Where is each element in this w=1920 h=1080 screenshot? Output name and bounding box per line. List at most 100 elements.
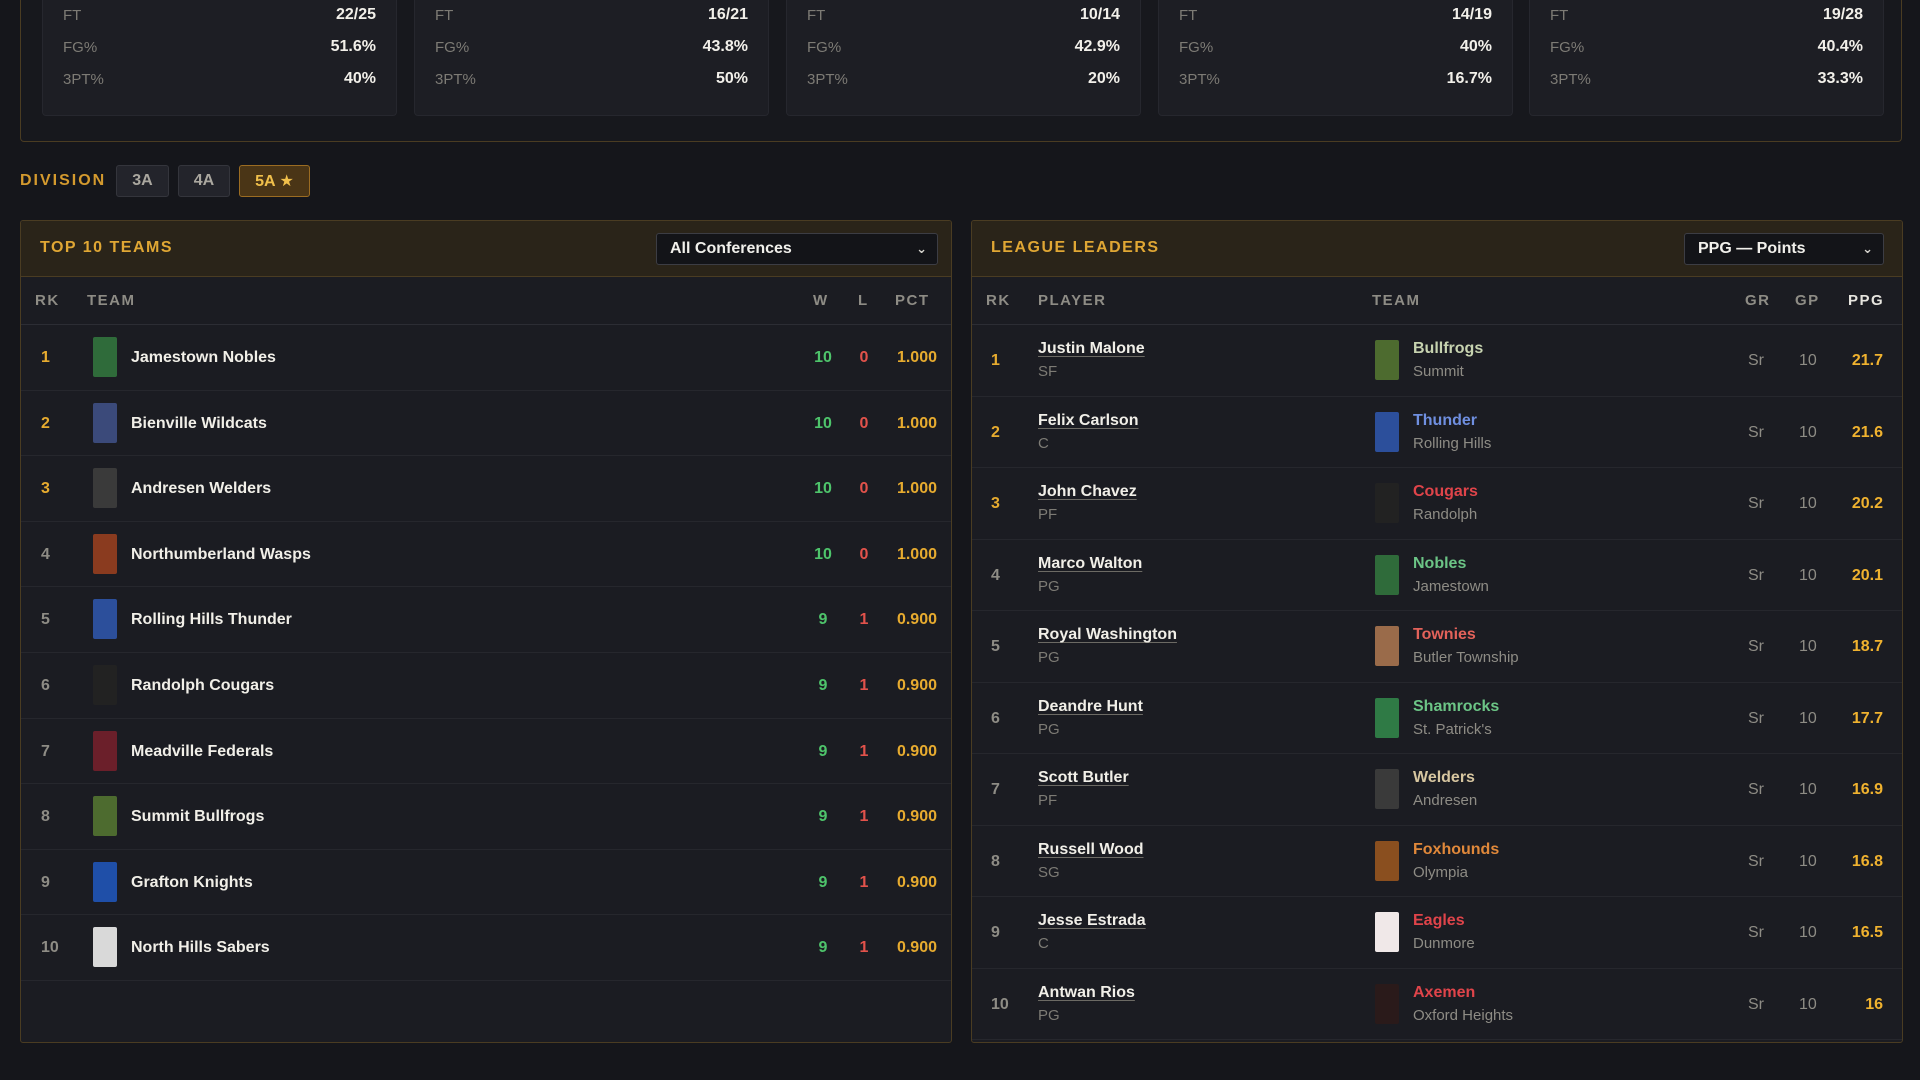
table-row[interactable]: 9 Grafton Knights 9 1 0.900 [21,850,951,916]
stat-card: FT 22/25 FG% 51.6% 3PT% 40% [42,0,397,116]
team-logo-icon [93,861,117,902]
table-row[interactable]: 8 Summit Bullfrogs 9 1 0.900 [21,784,951,850]
stat-value: 19/28 [1822,6,1863,23]
leader-team-name[interactable]: Bullfrogs [1413,340,1483,358]
player-grade: Sr [1748,781,1764,798]
top-teams-panel: TOP 10 TEAMS All Conferences ⌄ RK TEAM W… [20,220,952,1043]
table-row[interactable]: 3 Andresen Welders 10 0 1.000 [21,456,951,522]
chevron-down-icon: ⌄ [1862,241,1873,256]
player-name-link[interactable]: Justin Malone [1038,340,1145,358]
team-name[interactable]: Jamestown Nobles [131,349,276,367]
leader-team-name[interactable]: Cougars [1413,483,1478,501]
stat-row: FG% 42.9% [807,36,1120,58]
stat-label: FG% [807,38,842,56]
team-logo-icon [93,533,117,574]
table-row[interactable]: 10 North Hills Sabers 9 1 0.900 [21,915,951,981]
leader-team-city: St. Patrick's [1413,720,1492,738]
table-row[interactable]: 6 Randolph Cougars 9 1 0.900 [21,653,951,719]
games-played: 10 [1799,566,1817,584]
team-pct: 0.900 [896,873,937,891]
leader-team-name[interactable]: Thunder [1413,412,1477,430]
team-losses: 1 [859,676,869,694]
points-per-game: 21.6 [1851,423,1883,441]
points-per-game: 17.7 [1851,709,1883,727]
table-row[interactable]: 6 Deandre Hunt PG Shamrocks St. Patrick's Sr 1… [972,683,1902,754]
table-row[interactable]: 1 Jamestown Nobles 10 0 1.000 [21,325,951,391]
points-per-game: 16.5 [1851,924,1883,941]
team-name[interactable]: Randolph Cougars [131,677,274,695]
player-name-link[interactable]: Scott Butler [1038,769,1129,787]
stat-label: FG% [63,38,98,56]
table-row[interactable]: 10 Antwan Rios PG Axemen Oxford Heights Sr 10 1… [972,969,1902,1040]
leader-team-city: Butler Township [1413,649,1519,666]
leader-team-name[interactable]: Welders [1413,769,1475,787]
leader-team-name[interactable]: Townies [1413,626,1476,644]
leader-team-name[interactable]: Shamrocks [1413,698,1499,716]
conference-filter-select[interactable]: All Conferences ⌄ [656,233,938,265]
team-name[interactable]: Andresen Welders [131,480,271,498]
team-name[interactable]: Summit Bullfrogs [131,808,264,826]
table-row[interactable]: 4 Northumberland Wasps 10 0 1.000 [21,522,951,588]
team-rank: 6 [41,676,50,694]
table-row[interactable]: 5 Rolling Hills Thunder 9 1 0.900 [21,587,951,653]
stat-value: 16/21 [707,6,748,23]
stat-value: 33.3% [1817,70,1863,87]
team-logo-icon [93,664,117,705]
table-row[interactable]: 1 Justin Malone SF Bullfrogs Summit Sr 10 21.7 [972,325,1902,397]
team-logo-icon [93,468,117,509]
points-per-game: 16.9 [1851,781,1883,798]
team-name[interactable]: North Hills Sabers [131,939,270,957]
team-name[interactable]: Grafton Knights [131,874,253,892]
table-row[interactable]: 5 Royal Washington PG Townies Butler Townshi… [972,611,1902,683]
points-per-game: 20.1 [1851,566,1883,584]
table-row[interactable]: 2 Bienville Wildcats 10 0 1.000 [21,391,951,457]
leader-rank: 5 [991,638,1000,655]
team-name[interactable]: Northumberland Wasps [131,546,311,564]
leader-team-city: Rolling Hills [1413,434,1492,452]
team-name[interactable]: Bienville Wildcats [131,415,267,433]
player-name-link[interactable]: John Chavez [1038,483,1137,501]
division-option-3a[interactable]: 3A [116,165,169,197]
division-option-4a[interactable]: 4A [177,165,231,197]
col-gp: GP [1795,292,1820,309]
player-name-link[interactable]: Marco Walton [1038,555,1142,573]
top-teams-header: TOP 10 TEAMS All Conferences ⌄ [21,221,951,277]
table-row[interactable]: 9 Jesse Estrada C Eagles Dunmore Sr 10 16.5 [972,897,1902,969]
player-name-link[interactable]: Royal Washington [1038,626,1177,644]
team-name[interactable]: Meadville Federals [131,743,273,761]
leader-team-name[interactable]: Nobles [1413,555,1466,573]
team-losses: 1 [859,873,869,891]
player-name-link[interactable]: Jesse Estrada [1038,912,1146,930]
player-name-link[interactable]: Russell Wood [1038,841,1144,859]
table-row[interactable]: 7 Scott Butler PF Welders Andresen Sr 10 16.9 [972,754,1902,826]
table-row[interactable]: 7 Meadville Federals 9 1 0.900 [21,719,951,785]
leader-team-name[interactable]: Axemen [1413,984,1475,1002]
leader-team-city: Oxford Heights [1413,1006,1514,1024]
player-position: PF [1038,792,1058,809]
team-rank: 1 [41,349,50,366]
player-name-link[interactable]: Felix Carlson [1038,412,1138,430]
table-row[interactable]: 3 John Chavez PF Cougars Randolph Sr 10 20.2 [972,468,1902,540]
division-option-5a[interactable]: 5A ★ [239,165,310,197]
table-row[interactable]: 8 Russell Wood SG Foxhounds Olympia Sr 10 16.8 [972,826,1902,897]
team-logo-icon [93,337,117,377]
player-name-link[interactable]: Antwan Rios [1038,984,1135,1002]
leader-team-name[interactable]: Foxhounds [1413,841,1499,859]
team-logo-icon [1375,983,1399,1024]
col-pct: PCT [895,292,930,309]
table-row[interactable]: 2 Felix Carlson C Thunder Rolling Hills Sr 10 2… [972,397,1902,468]
team-name[interactable]: Rolling Hills Thunder [131,611,292,629]
conference-filter-value: All Conferences [670,240,792,257]
stat-row: FT 19/28 [1550,4,1863,26]
points-per-game: 18.7 [1851,638,1883,655]
team-rank: 8 [41,808,50,826]
team-logo-icon [93,730,117,771]
leader-team-name[interactable]: Eagles [1413,912,1465,930]
player-name-link[interactable]: Deandre Hunt [1038,698,1143,716]
leader-team-city: Dunmore [1413,935,1475,952]
stat-category-select[interactable]: PPG — Points ⌄ [1684,233,1884,265]
stat-row: 3PT% 40% [63,68,376,90]
division-selector: DIVISION 3A 4A 5A ★ [20,164,319,198]
stat-row: FT 10/14 [807,4,1120,26]
table-row[interactable]: 4 Marco Walton PG Nobles Jamestown Sr 10 20.1 [972,540,1902,611]
